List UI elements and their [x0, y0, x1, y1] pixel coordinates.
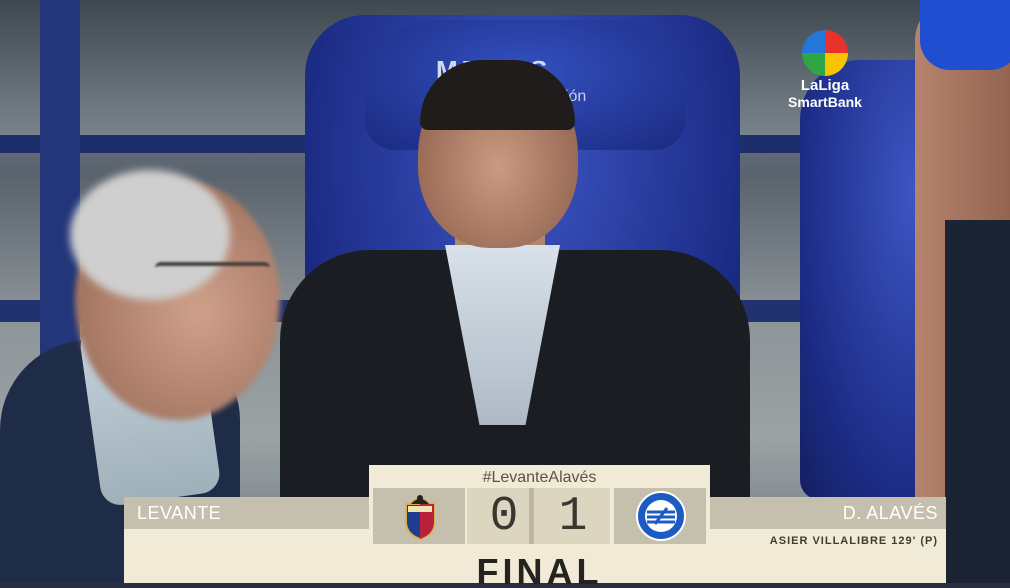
- home-team-name: LEVANTE: [137, 503, 222, 523]
- away-score: 1: [536, 488, 610, 544]
- levante-crest-icon: [405, 495, 435, 540]
- match-status: FINAL: [476, 551, 603, 588]
- alaves-crest-icon: [636, 491, 686, 541]
- player-sleeve: [920, 0, 1010, 70]
- goal-scorer: ASIER VILLALIBRE 129' (P): [769, 535, 938, 547]
- player-shorts: [945, 220, 1010, 583]
- laliga-ball-icon: [802, 30, 848, 76]
- home-crest-box: [373, 488, 465, 544]
- laliga-name: LaLiga: [800, 77, 850, 94]
- score-separator: [529, 488, 534, 544]
- away-crest-box: [614, 488, 706, 544]
- away-team-name: D. ALAVÉS: [842, 503, 938, 523]
- laliga-logo: LaLiga SmartBank: [770, 30, 880, 110]
- assistant-glasses: [155, 262, 270, 280]
- assistant-hair: [70, 170, 230, 300]
- scoreboard: 0 1: [369, 484, 710, 548]
- laliga-sub: SmartBank: [788, 94, 862, 110]
